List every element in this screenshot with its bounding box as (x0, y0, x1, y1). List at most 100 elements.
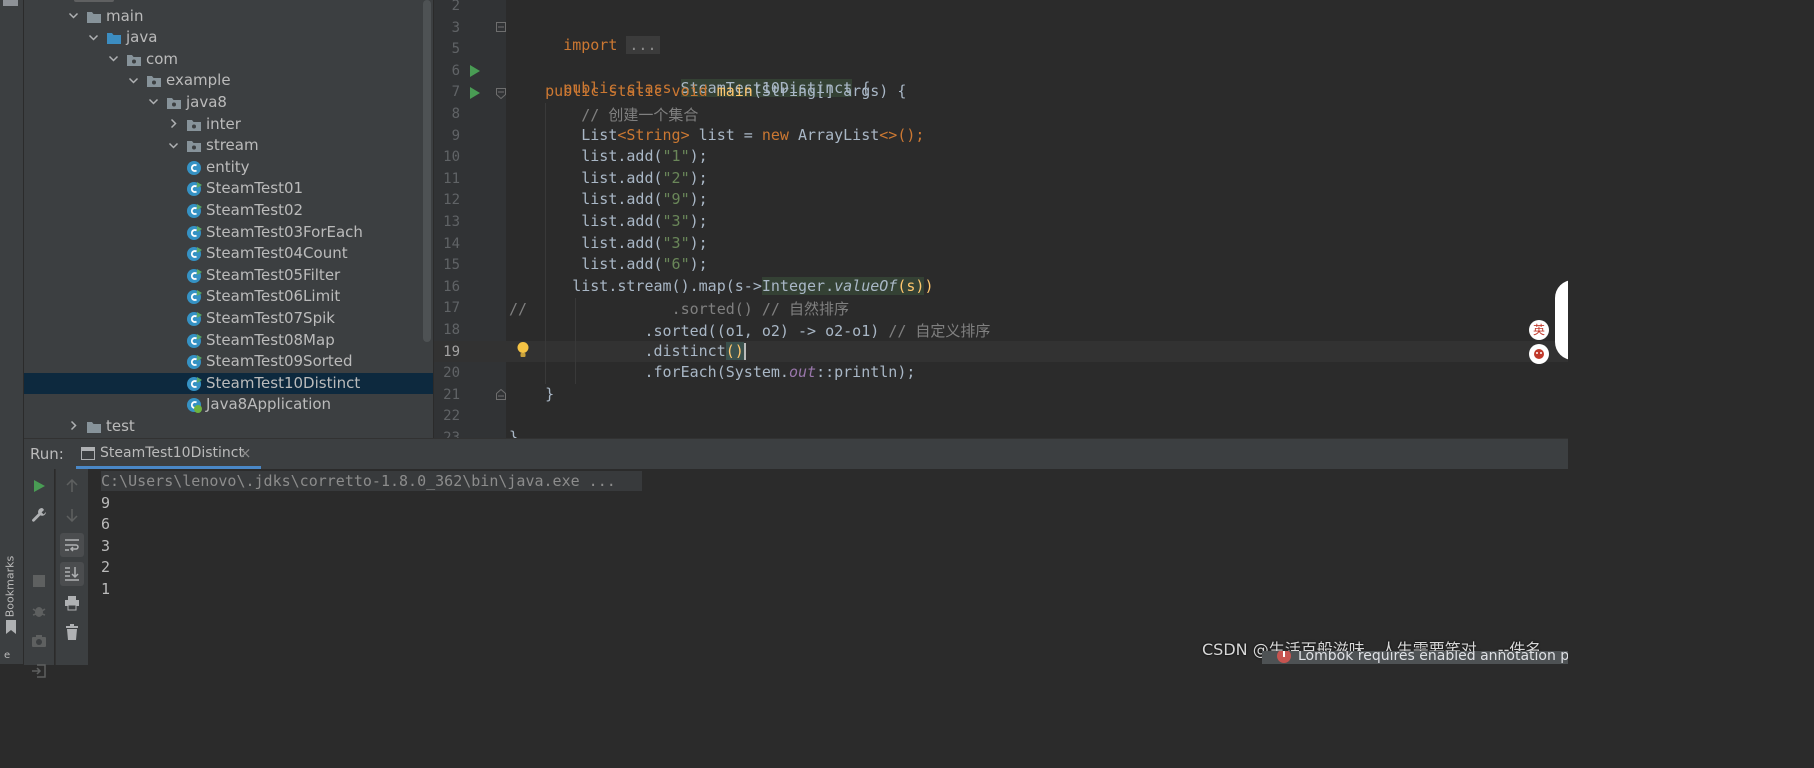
line-number: 9 (451, 127, 460, 144)
tree-item-steamtest04count[interactable]: SteamTest04Count (24, 243, 433, 265)
var-list-assign: list = (698, 125, 753, 144)
add-call: list.add( (581, 190, 663, 209)
tree-item-steamtest10distinct[interactable]: SteamTest10Distinct (24, 372, 433, 395)
code-line-17: // .sorted() // 自然排序 (509, 298, 849, 320)
tree-item-steamtest06limit[interactable]: SteamTest06Limit (24, 286, 433, 308)
line-number: 16 (443, 278, 460, 295)
code-line-3: import ... (509, 18, 660, 54)
line-number: 5 (451, 41, 460, 58)
import-fold-dots[interactable]: ... (626, 35, 660, 54)
ime-floating-widget[interactable]: 英 (1529, 320, 1551, 364)
tree-item-label: main (106, 6, 144, 25)
tree-item-com[interactable]: com (24, 49, 433, 71)
comment-custom-sort: // 自定义排序 (888, 321, 991, 340)
chevron-down-icon[interactable] (166, 138, 180, 152)
tree-item-label: com (146, 49, 179, 68)
chevron-down-icon[interactable] (86, 30, 100, 44)
tree-scrollbar[interactable] (423, 0, 431, 342)
string-literal: "1" (662, 147, 690, 166)
diamond-end: <>(); (879, 125, 925, 144)
line-number: 13 (443, 213, 460, 230)
tree-item-java[interactable]: java (24, 27, 433, 49)
add-call-end: ); (689, 255, 708, 274)
code-line-9: List<String> list = new ArrayList<>(); (509, 126, 924, 148)
tree-item-test[interactable]: test (24, 416, 433, 438)
line-number: 11 (443, 170, 460, 187)
run-tab[interactable]: SteamTest10Distinct × (76, 439, 261, 469)
chevron-down-icon[interactable] (126, 73, 140, 87)
foreach-call: .forEach(System. (644, 363, 789, 382)
tree-item-stream[interactable]: stream (24, 135, 433, 157)
edge-tool-label: e (4, 650, 11, 661)
tree-item-steamtest01[interactable]: SteamTest01 (24, 178, 433, 200)
add-call: list.add( (581, 168, 663, 187)
add-call: list.add( (581, 147, 663, 166)
tree-item-label: stream (206, 136, 259, 155)
code-line-add: list.add("6"); (509, 255, 708, 277)
tree-item-entity[interactable]: entity (24, 157, 433, 179)
login-icon (32, 664, 46, 678)
tree-item-main[interactable]: main (24, 6, 433, 28)
string-literal: "6" (662, 255, 690, 274)
tree-item-java8[interactable]: java8 (24, 92, 433, 114)
run-main-icon[interactable] (469, 86, 481, 100)
soft-wrap-button[interactable] (60, 533, 84, 557)
tree-item-steamtest07spik[interactable]: SteamTest07Spik (24, 308, 433, 330)
bookmarks-tool-button[interactable]: Bookmarks (1, 555, 21, 635)
tree-item-steamtest08map[interactable]: SteamTest08Map (24, 330, 433, 352)
scroll-to-end-button[interactable] (60, 562, 84, 586)
chevron-down-icon[interactable] (66, 9, 80, 23)
tree-item-steamtest09sorted[interactable]: SteamTest09Sorted (24, 351, 433, 373)
code-line-add: list.add("2"); (509, 168, 707, 191)
run-class-icon[interactable] (469, 64, 481, 78)
tree-item-steamtest05filter[interactable]: SteamTest05Filter (24, 265, 433, 287)
bug-icon (32, 607, 46, 617)
tree-item-steamtest02[interactable]: SteamTest02 (24, 200, 433, 222)
run-tab-close-icon[interactable]: × (239, 444, 252, 462)
clear-all-button[interactable] (60, 620, 84, 644)
code-content[interactable]: import ... public class SteamTest10Disti… (509, 0, 1559, 438)
stream-map-call: list.stream().map(s-> (572, 276, 762, 295)
lombok-notification[interactable]: Lombok requires enabled annotation pro (1262, 651, 1568, 664)
fold-import-icon[interactable] (496, 22, 506, 32)
chevron-down-icon[interactable] (146, 95, 160, 109)
tree-item-example[interactable]: example (24, 70, 433, 92)
runnable-class-icon (186, 268, 202, 284)
chevron-right-icon[interactable] (66, 419, 80, 433)
console-line: 9 (101, 493, 111, 512)
chevron-right-icon[interactable] (166, 117, 180, 131)
chevron-down-icon[interactable] (106, 52, 120, 66)
valueof-method: valueOf (834, 276, 898, 295)
tree-item-java8application[interactable]: Java8Application (24, 394, 433, 416)
snapshot-button[interactable] (27, 629, 51, 653)
fold-method-end-icon[interactable] (496, 389, 506, 400)
code-line-18: .sorted((o1, o2) -> o2-o1) // 自定义排序 (509, 320, 990, 342)
project-tool-icon[interactable] (3, 0, 18, 6)
commented-sorted: .sorted() (671, 300, 753, 319)
print-button[interactable] (60, 591, 84, 615)
stop-button[interactable] (27, 569, 51, 593)
fold-method-icon[interactable] (496, 88, 506, 99)
up-stack-button[interactable] (60, 474, 84, 498)
code-line-add: list.add("1"); (509, 147, 707, 169)
console-command-line: C:\Users\lenovo\.jdks\corretto-1.8.0_362… (101, 471, 642, 491)
distinct-call: .distinct (644, 341, 726, 360)
debug-button[interactable] (27, 599, 51, 623)
runnable-class-icon (186, 225, 202, 241)
run-panel: Run: SteamTest10Distinct × C:\Users\leno… (24, 438, 1568, 678)
code-line-8: // 创建一个集合 (509, 104, 698, 126)
settings-button[interactable] (27, 503, 51, 527)
restore-layout-button[interactable] (27, 659, 51, 683)
tree-item-inter[interactable]: inter (24, 114, 433, 136)
rerun-button[interactable] (27, 474, 51, 498)
string-literal: "2" (662, 168, 690, 187)
soft-wrap-icon (65, 539, 79, 552)
new-keyword: new (761, 125, 789, 144)
tree-item-label: SteamTest09Sorted (206, 352, 353, 371)
string-literal: "3" (662, 233, 690, 252)
ime-emoji-icon[interactable] (1529, 344, 1549, 364)
tree-item-steamtest03foreach[interactable]: SteamTest03ForEach (24, 222, 433, 244)
ime-lang-badge[interactable]: 英 (1529, 320, 1549, 340)
down-stack-button[interactable] (60, 503, 84, 527)
tree-item-label: SteamTest05Filter (206, 265, 341, 284)
